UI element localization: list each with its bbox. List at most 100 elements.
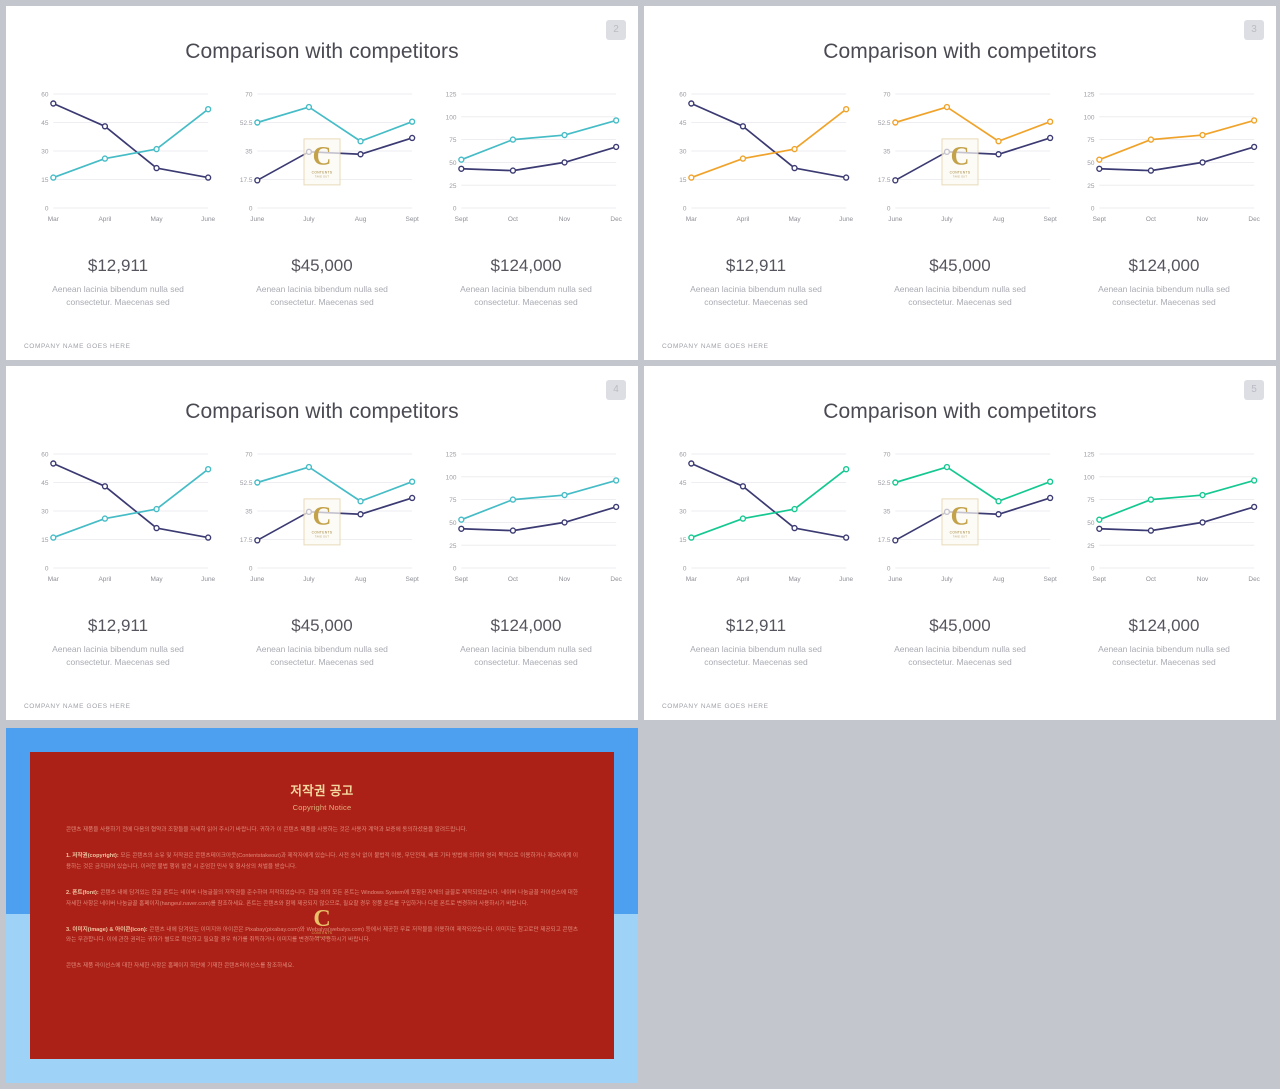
svg-text:Mar: Mar <box>686 216 698 223</box>
chart-value-label: $12,911 <box>725 616 787 635</box>
chart-value-label: $124,000 <box>1128 256 1200 275</box>
chart-description: Aenean lacinia bibendum nulla sed consec… <box>690 644 822 667</box>
chart-column-2: 0 17.5 35 52.5 70 June July Aug Sept C CONTENTS TAK… <box>220 444 424 669</box>
notice-heading-en: Copyright Notice <box>292 803 352 812</box>
svg-text:Sept: Sept <box>455 216 468 223</box>
svg-text:75: 75 <box>1087 497 1095 504</box>
svg-text:50: 50 <box>449 520 457 527</box>
company-name-footer: COMPANY NAME GOES HERE <box>662 703 769 710</box>
svg-text:Dec: Dec <box>610 576 622 583</box>
company-name-footer: COMPANY NAME GOES HERE <box>24 703 131 710</box>
svg-text:Dec: Dec <box>610 216 622 223</box>
slide-number-badge[interactable]: 5 <box>1244 380 1264 400</box>
svg-text:15: 15 <box>679 177 687 184</box>
notice-intro: 콘텐츠 제품을 사용하기 전에 다음의 협약과 조항들을 자세히 읽어 주시기 … <box>66 827 468 833</box>
line-chart-1: 0 15 30 45 60 Mar April May June <box>658 444 854 596</box>
chart-value-label: $12,911 <box>87 616 149 635</box>
notice-outro: 콘텐츠 제품 라이선스에 대한 자세한 사항은 홈페이지 하단에 기재한 콘텐츠… <box>66 963 295 970</box>
svg-text:Oct: Oct <box>1146 576 1156 583</box>
chart-description: Aenean lacinia bibendum nulla sed consec… <box>690 284 822 307</box>
svg-text:Sept: Sept <box>1093 576 1106 583</box>
svg-text:Sept: Sept <box>406 216 419 223</box>
chart-column-1: 0 15 30 45 60 Mar April May June $12,911 Aenean la… <box>654 84 858 309</box>
svg-text:25: 25 <box>1087 543 1095 550</box>
line-chart-2: 0 17.5 35 52.5 70 June July Aug Sept C CONTENTS TAK… <box>862 84 1058 236</box>
line-chart-3: 0 25 50 75 100 125 Sept Oct Nov Dec <box>1066 444 1262 596</box>
svg-text:52.5: 52.5 <box>240 480 253 487</box>
chart-column-3: 0 25 50 75 100 125 Sept Oct Nov Dec $124,000 Aenean… <box>1062 84 1266 309</box>
svg-text:125: 125 <box>1084 452 1095 459</box>
slide-number-badge[interactable]: 2 <box>606 20 626 40</box>
svg-text:45: 45 <box>41 120 49 127</box>
svg-text:100: 100 <box>446 114 457 121</box>
svg-text:30: 30 <box>41 509 49 516</box>
svg-text:Dec: Dec <box>1248 576 1260 583</box>
svg-text:June: June <box>250 576 264 583</box>
svg-text:Sept: Sept <box>406 576 419 583</box>
svg-text:0: 0 <box>887 206 891 213</box>
line-chart-2: 0 17.5 35 52.5 70 June July Aug Sept C CONTENTS TAK… <box>862 444 1058 596</box>
svg-text:0: 0 <box>887 566 891 573</box>
line-chart-2: 0 17.5 35 52.5 70 June July Aug Sept C CONTENTS TAK… <box>224 84 420 236</box>
svg-text:0: 0 <box>683 566 687 573</box>
svg-text:17.5: 17.5 <box>240 177 253 184</box>
chart-value-label: $124,000 <box>1128 616 1200 635</box>
svg-text:Aug: Aug <box>993 216 1005 223</box>
slide-panel-5[interactable]: 5 Comparison with competitors 0 15 30 45 60 Mar… <box>644 366 1276 720</box>
svg-text:35: 35 <box>245 509 253 516</box>
svg-text:0: 0 <box>249 566 253 573</box>
copyright-notice-panel[interactable]: 저작권 공고 Copyright Notice 콘텐츠 제품을 사용하기 전에 … <box>6 728 638 1083</box>
svg-text:52.5: 52.5 <box>240 120 253 127</box>
svg-text:Oct: Oct <box>1146 216 1156 223</box>
page-title: Comparison with competitors <box>823 400 1097 423</box>
svg-text:125: 125 <box>446 452 457 459</box>
svg-text:May: May <box>150 576 163 583</box>
line-chart-3: 0 25 50 75 100 125 Sept Oct Nov Dec <box>428 84 624 236</box>
svg-text:75: 75 <box>449 497 457 504</box>
svg-text:70: 70 <box>883 452 891 459</box>
svg-text:Mar: Mar <box>686 576 698 583</box>
svg-text:50: 50 <box>1087 160 1095 167</box>
svg-text:Oct: Oct <box>508 576 518 583</box>
svg-text:17.5: 17.5 <box>878 537 891 544</box>
svg-text:75: 75 <box>1087 137 1095 144</box>
notice-item-2-text: 콘텐츠 내에 담겨있는 한글 폰트는 네이버 나눔글꼴의 저작권을 준수하여 저… <box>66 889 578 907</box>
svg-text:Aug: Aug <box>993 576 1005 583</box>
svg-text:30: 30 <box>41 149 49 156</box>
svg-text:0: 0 <box>453 566 457 573</box>
svg-text:0: 0 <box>1091 206 1095 213</box>
svg-text:July: July <box>941 216 953 223</box>
svg-text:Nov: Nov <box>1197 216 1209 223</box>
chart-column-2: 0 17.5 35 52.5 70 June July Aug Sept C CONTENTS TAK… <box>858 84 1062 309</box>
chart-description: Aenean lacinia bibendum nulla sed consec… <box>460 284 592 307</box>
chart-description: Aenean lacinia bibendum nulla sed consec… <box>52 644 184 667</box>
svg-text:0: 0 <box>45 206 49 213</box>
svg-text:Nov: Nov <box>559 216 571 223</box>
notice-item-3: 3. 이미지(image) & 아이콘(icon): 콘텐츠 내에 담겨있는 이… <box>66 925 578 947</box>
svg-text:Aug: Aug <box>355 216 367 223</box>
chart-description: Aenean lacinia bibendum nulla sed consec… <box>460 644 592 667</box>
svg-text:June: June <box>250 216 264 223</box>
charts-row: 0 15 30 45 60 Mar April May June $12,911 Aenean la… <box>644 84 1276 309</box>
company-name-footer: COMPANY NAME GOES HERE <box>662 343 769 350</box>
svg-text:52.5: 52.5 <box>878 480 891 487</box>
chart-column-1: 0 15 30 45 60 Mar April May June $12,911 Aenean la… <box>16 84 220 309</box>
svg-text:April: April <box>736 216 749 223</box>
svg-text:Nov: Nov <box>1197 576 1209 583</box>
slide-number-badge[interactable]: 4 <box>606 380 626 400</box>
charts-row: 0 15 30 45 60 Mar April May June $12,911 Aenean la… <box>644 444 1276 669</box>
slide-panel-2[interactable]: 2 Comparison with competitors 0 15 30 45 60 Mar… <box>6 6 638 360</box>
slide-number-badge[interactable]: 3 <box>1244 20 1264 40</box>
slide-panel-3[interactable]: 3 Comparison with competitors 0 15 30 45 60 Mar… <box>644 6 1276 360</box>
svg-text:0: 0 <box>683 206 687 213</box>
svg-text:Mar: Mar <box>48 216 60 223</box>
svg-text:30: 30 <box>679 149 687 156</box>
slide-panel-4[interactable]: 4 Comparison with competitors 0 15 30 45 60 Mar… <box>6 366 638 720</box>
notice-item-1: 1. 저작권(copyright): 모든 콘텐츠의 소유 및 저작권은 콘텐츠… <box>66 851 578 873</box>
svg-text:100: 100 <box>446 474 457 481</box>
chart-value-label: $45,000 <box>291 616 353 635</box>
notice-item-1-label: 1. 저작권(copyright): <box>66 852 119 859</box>
svg-text:June: June <box>201 216 215 223</box>
charts-row: 0 15 30 45 60 Mar April May June $12,911 Aenean la… <box>6 84 638 309</box>
notice-item-2-label: 2. 폰트(font): <box>66 889 99 896</box>
